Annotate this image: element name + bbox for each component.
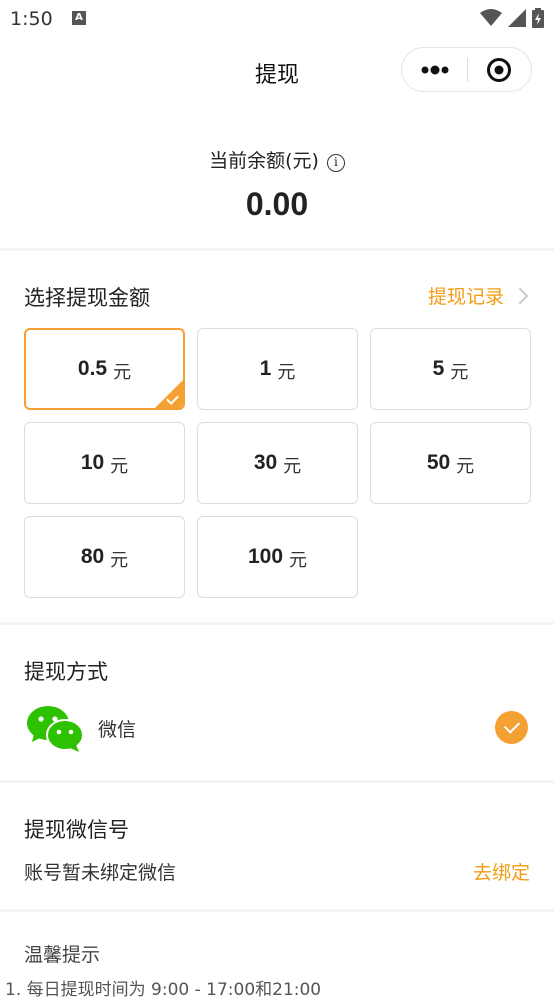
amount-unit: 元 bbox=[110, 455, 129, 477]
amount-option[interactable]: 5元 bbox=[370, 328, 531, 410]
bind-button[interactable]: 去绑定 bbox=[473, 858, 530, 885]
check-circle-icon[interactable] bbox=[495, 711, 528, 744]
more-dots-icon bbox=[421, 65, 449, 75]
amount-option[interactable]: 30 元 bbox=[197, 422, 358, 504]
withdraw-record-label: 提现记录 bbox=[427, 286, 504, 308]
amount-value: 80 bbox=[80, 545, 105, 568]
balance-label: 当前余额(元) i bbox=[0, 146, 554, 173]
nav-bar: 提现 bbox=[0, 38, 554, 108]
close-button[interactable] bbox=[468, 48, 532, 91]
method-label: 微信 bbox=[98, 719, 137, 741]
signal-icon bbox=[508, 9, 526, 27]
amount-unit: 元 bbox=[456, 455, 475, 477]
info-icon[interactable]: i bbox=[326, 154, 345, 172]
section-divider bbox=[0, 780, 554, 783]
amount-value: 50 bbox=[426, 451, 451, 474]
amount-value: 10 bbox=[80, 451, 105, 474]
notification-icon: A bbox=[72, 11, 86, 25]
section-divider bbox=[0, 909, 554, 912]
battery-icon bbox=[532, 8, 544, 28]
balance-section: 当前余额(元) i 0.00 bbox=[0, 108, 554, 250]
wechat-section-title: 提现微信号 bbox=[24, 818, 129, 842]
balance-label-text: 当前余额(元) bbox=[209, 150, 319, 172]
status-bar: 1:50 A bbox=[0, 0, 554, 38]
amount-value: 5 bbox=[432, 357, 445, 380]
amount-option[interactable]: 1元 bbox=[197, 328, 358, 410]
amount-unit: 元 bbox=[450, 361, 469, 383]
amount-option[interactable]: 50 元 bbox=[370, 422, 531, 504]
amount-unit: 元 bbox=[113, 361, 132, 383]
target-close-icon bbox=[487, 58, 511, 82]
more-button[interactable] bbox=[402, 48, 467, 91]
mini-program-capsule bbox=[401, 47, 532, 92]
amount-value: 100 bbox=[247, 545, 284, 568]
tips-line: 1. 每日提现时间为 9:00 - 17:00和21:00 bbox=[5, 980, 322, 1000]
withdraw-record-link[interactable]: 提现记录 bbox=[427, 282, 529, 309]
amount-unit: 元 bbox=[110, 549, 129, 571]
amount-value: 30 bbox=[253, 451, 278, 474]
amount-value: 0.5 bbox=[77, 357, 108, 380]
amount-option[interactable]: 80 元 bbox=[24, 516, 185, 598]
tips-title: 温馨提示 bbox=[24, 944, 101, 966]
wechat-bind-row: 账号暂未绑定微信 去绑定 bbox=[24, 858, 530, 885]
method-option-wechat[interactable]: 微信 bbox=[24, 700, 530, 756]
amount-section-title: 选择提现金额 bbox=[24, 286, 150, 310]
section-divider bbox=[0, 248, 554, 251]
method-section-title: 提现方式 bbox=[24, 660, 108, 684]
amount-unit: 元 bbox=[283, 455, 302, 477]
wechat-icon bbox=[27, 706, 84, 752]
amount-unit: 元 bbox=[277, 361, 296, 383]
chevron-right-icon bbox=[511, 287, 529, 304]
amount-unit: 元 bbox=[289, 549, 308, 571]
amount-option[interactable]: 0.5 元 bbox=[24, 328, 185, 410]
system-icons bbox=[480, 8, 544, 28]
amount-value: 1 bbox=[259, 357, 272, 380]
bind-status: 账号暂未绑定微信 bbox=[24, 862, 177, 884]
amount-option[interactable]: 100 元 bbox=[197, 516, 358, 598]
wifi-icon bbox=[480, 9, 502, 26]
amount-option[interactable]: 10 元 bbox=[24, 422, 185, 504]
balance-value: 0.00 bbox=[245, 186, 309, 222]
section-divider bbox=[0, 622, 554, 625]
selected-corner-badge bbox=[154, 379, 183, 408]
status-time: 1:50 bbox=[10, 8, 53, 30]
